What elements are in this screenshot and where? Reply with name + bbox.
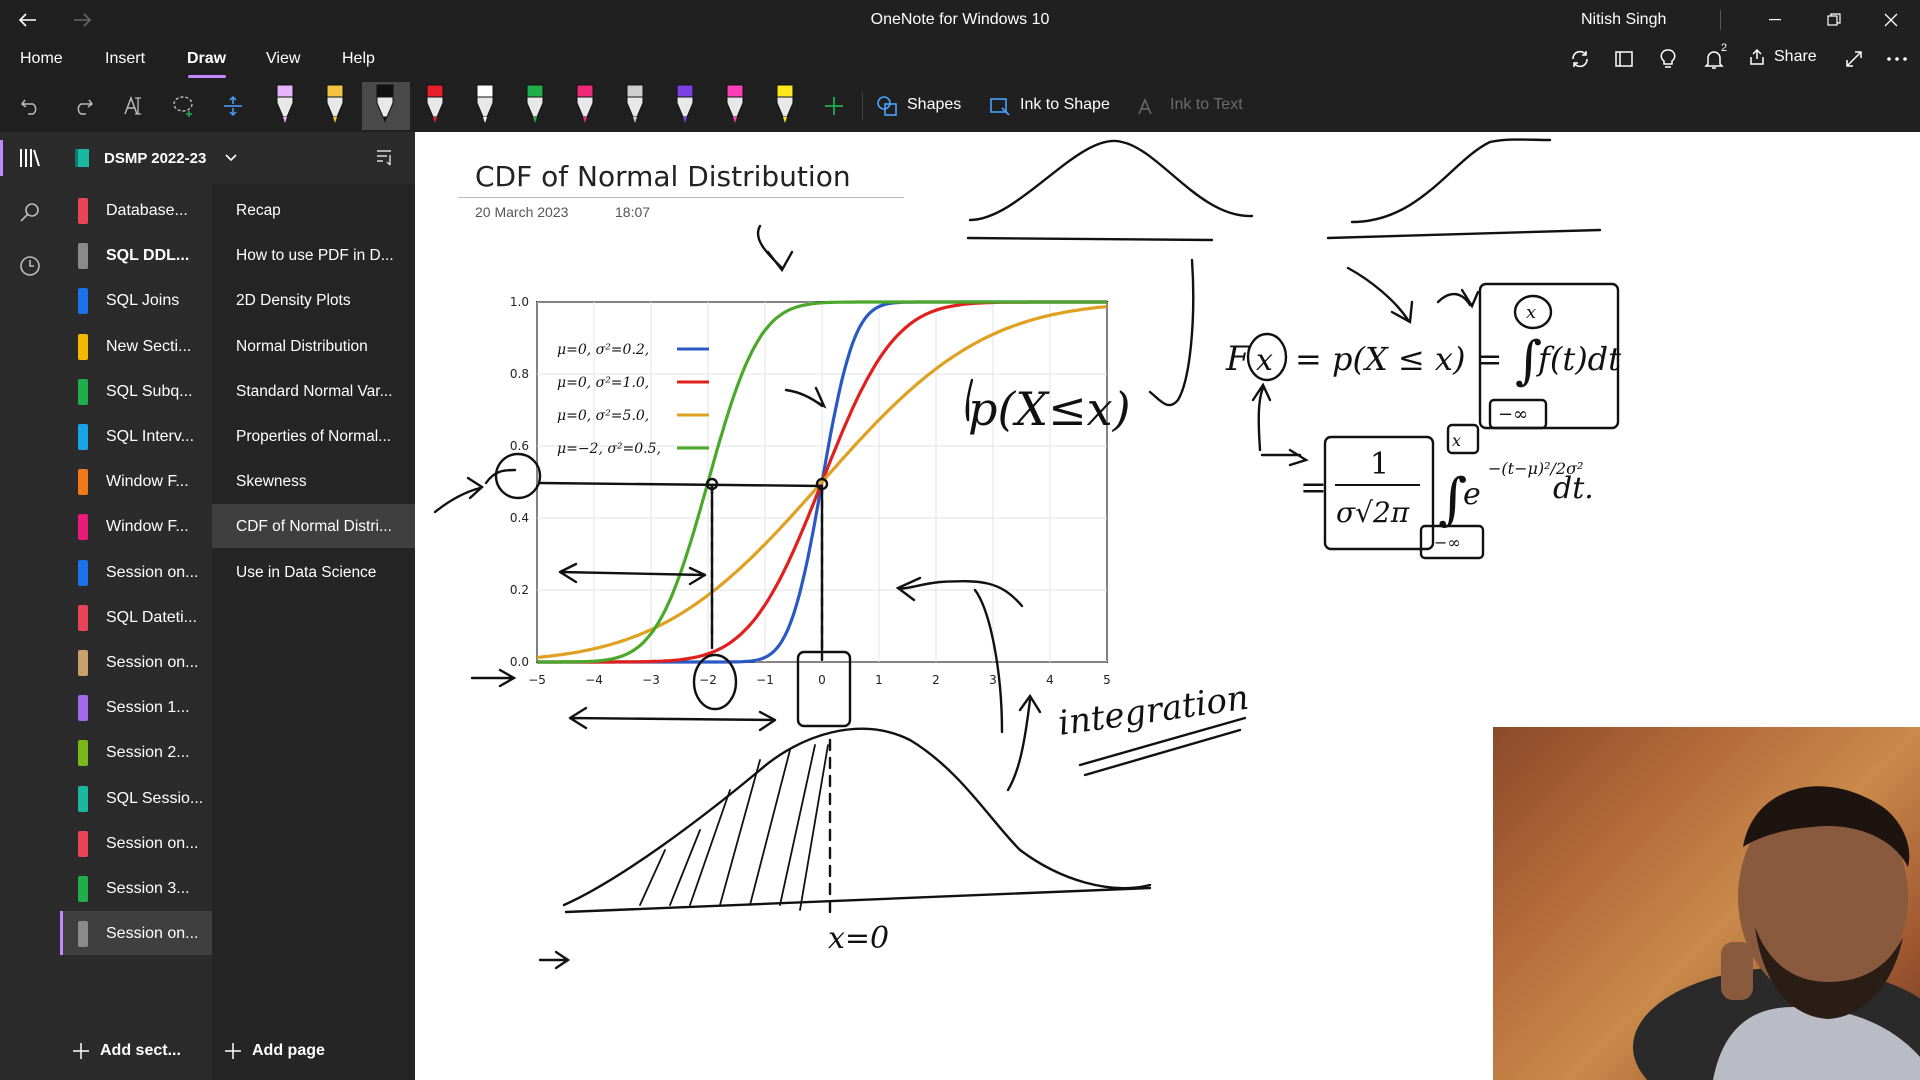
y-tick-label: 0.4 <box>510 511 529 525</box>
x-tick-label: 4 <box>1046 673 1054 687</box>
ink-bell-curve-small <box>968 139 1254 222</box>
presenter-video <box>1633 786 1920 1080</box>
formula-F: F <box>1225 339 1251 379</box>
formula-x-arg: x <box>1256 343 1273 378</box>
ink-cdf-curve-small <box>1350 138 1552 224</box>
cdf-chart: −5 −4 −3 −2 −1 0 1 2 3 4 5 0.0 0.2 0.4 0.6 0.8 1.0 μ=0,… <box>510 295 1111 687</box>
y-tick-label: 0.0 <box>510 655 529 669</box>
formula-equals: = <box>1300 468 1327 506</box>
formula-upper-x-2: x <box>1452 431 1461 450</box>
y-tick-labels: 0.0 0.2 0.4 0.6 0.8 1.0 <box>510 295 529 669</box>
x-tick-label: −2 <box>699 673 717 687</box>
ink-hook-arrow <box>1436 288 1480 309</box>
x-tick-label: 0 <box>818 673 826 687</box>
webcam-overlay <box>1493 727 1920 1080</box>
formula-lower-neginf-2: −∞ <box>1434 533 1461 552</box>
y-tick-label: 0.8 <box>510 367 529 381</box>
ink-circle-03 <box>494 452 542 500</box>
ink-double-arrow-2 <box>568 706 777 732</box>
ink-text-integration: integration <box>1056 678 1251 744</box>
ink-arrow-right-1 <box>470 668 517 688</box>
legend-label: μ=−2, σ²=0.5, <box>557 441 661 457</box>
formula-denominator: σ√2π <box>1336 496 1410 529</box>
ink-arrow-right-2 <box>538 950 571 970</box>
ink-text-x0: x=0 <box>828 921 889 956</box>
x-tick-labels: −5 −4 −3 −2 −1 0 1 2 3 4 5 <box>528 673 1111 687</box>
ink-baseline-2 <box>1326 228 1602 240</box>
y-tick-label: 1.0 <box>510 295 529 309</box>
ink-bell-baseline <box>564 886 1152 914</box>
ink-box-x <box>796 650 852 728</box>
formula-dt: dt. <box>1553 471 1594 506</box>
formula-one: 1 <box>1370 447 1389 482</box>
x-tick-label: −5 <box>528 673 546 687</box>
formula-prob: = p(X ≤ x) = <box>1295 340 1502 378</box>
formula-lower-neginf: −∞ <box>1498 404 1528 425</box>
x-tick-label: −1 <box>756 673 774 687</box>
y-tick-label: 0.2 <box>510 583 529 597</box>
ink-shading <box>639 744 829 911</box>
x-tick-label: −4 <box>585 673 603 687</box>
x-tick-label: 2 <box>932 673 940 687</box>
formula-ft-dt: f(t)dt <box>1536 340 1621 378</box>
formula-upper-x: x <box>1526 302 1536 323</box>
onenote-window: OneNote for Windows 10 Nitish Singh Home… <box>0 0 1920 1080</box>
ink-arrow-down <box>756 224 794 273</box>
y-tick-label: 0.6 <box>510 439 529 453</box>
x-tick-label: 5 <box>1103 673 1111 687</box>
ink-baseline-1 <box>966 236 1214 242</box>
ink-arrow-to-integral <box>1346 266 1414 324</box>
legend-label: μ=0, σ²=0.2, <box>557 342 649 358</box>
legend-label: μ=0, σ²=5.0, <box>557 408 649 424</box>
x-tick-label: 1 <box>875 673 883 687</box>
ink-arrow-to-formula <box>1260 448 1309 467</box>
legend-label: μ=0, σ²=1.0, <box>557 375 649 391</box>
ink-text-probability: p(X≤x) <box>968 382 1131 436</box>
ink-arrow-up-x <box>1251 382 1272 452</box>
x-tick-label: 3 <box>989 673 997 687</box>
formula-e: e <box>1463 477 1481 512</box>
x-tick-label: −3 <box>642 673 660 687</box>
ink-arrow-up-integration <box>1006 693 1042 792</box>
ink-bracket <box>1148 258 1195 407</box>
